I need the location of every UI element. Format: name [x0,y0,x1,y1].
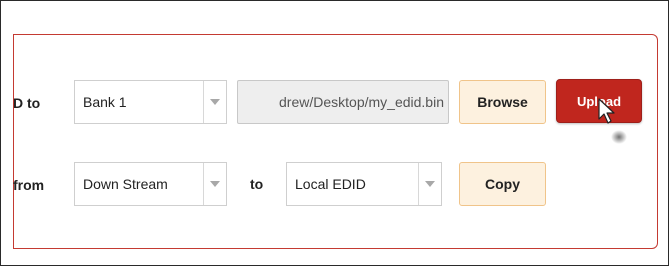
to-label: to [250,176,264,192]
edid-panel [13,34,658,249]
source-select-value: Down Stream [83,176,168,192]
upload-row-label: D to [13,95,41,111]
panel-left-border [13,34,14,248]
chevron-down-icon[interactable] [203,163,226,205]
copy-row-label: from [13,177,45,193]
target-select[interactable]: Local EDID [286,162,442,206]
bank-select[interactable]: Bank 1 [74,80,227,124]
file-path-field[interactable]: drew/Desktop/my_edid.bin [237,80,449,124]
source-select[interactable]: Down Stream [74,162,227,206]
bank-select-value: Bank 1 [83,94,127,110]
chevron-down-icon[interactable] [418,163,441,205]
copy-button[interactable]: Copy [459,162,546,206]
chevron-down-icon[interactable] [203,81,226,123]
file-path-text: drew/Desktop/my_edid.bin [279,94,444,110]
hand-cursor-icon [598,98,627,144]
target-select-value: Local EDID [295,176,366,192]
browse-button[interactable]: Browse [459,80,546,124]
window-frame: D to Bank 1 drew/Desktop/my_edid.bin Bro… [0,0,669,266]
